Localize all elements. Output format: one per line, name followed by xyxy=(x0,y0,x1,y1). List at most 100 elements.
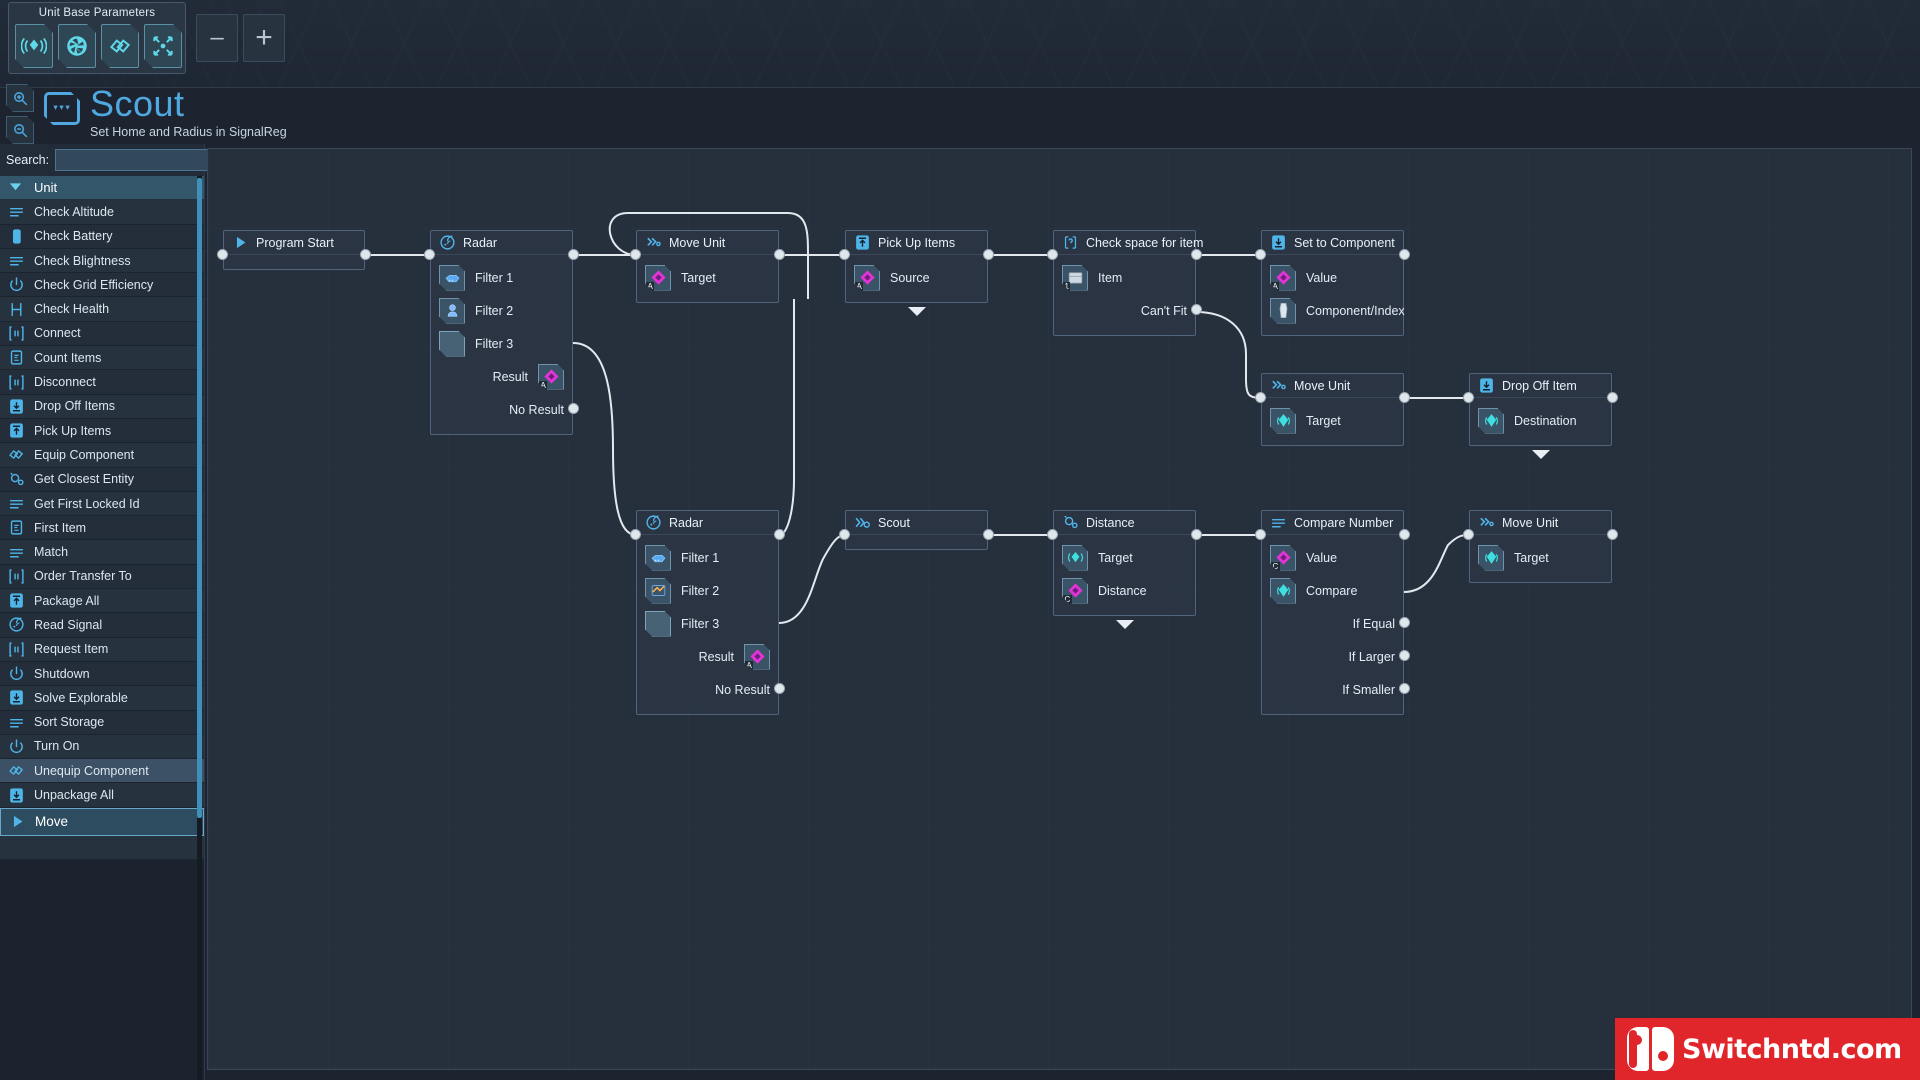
node-output-row[interactable]: If Smaller xyxy=(1270,673,1395,706)
node-set-to-component[interactable]: Set to Component A Value Component/Index xyxy=(1261,230,1405,336)
node-header[interactable]: Set to Component xyxy=(1262,231,1403,255)
node-slot[interactable]: A Source xyxy=(854,261,979,294)
node-header[interactable]: Distance xyxy=(1054,511,1195,535)
node-header[interactable]: Pick Up Items xyxy=(846,231,987,255)
sidebar-item-unequip-component[interactable]: Unequip Component xyxy=(0,759,204,784)
node-output-port[interactable] xyxy=(1399,529,1410,540)
node-scout-node[interactable]: Scout xyxy=(845,510,988,550)
node-slot[interactable]: Filter 3 xyxy=(439,327,564,360)
zoom-out-icon-button[interactable] xyxy=(6,116,34,144)
node-output-port[interactable] xyxy=(774,249,785,260)
unit-signal-icon-button[interactable] xyxy=(15,24,53,68)
node-expander-icon[interactable] xyxy=(907,307,926,316)
sidebar-item-sort-storage[interactable]: Sort Storage xyxy=(0,710,204,735)
node-slot[interactable]: Filter 3 xyxy=(645,607,770,640)
sidebar-item-get-first-locked-id[interactable]: Get First Locked Id xyxy=(0,491,204,517)
decrease-button[interactable]: – xyxy=(196,14,238,62)
node-branch-port[interactable] xyxy=(1399,683,1410,694)
scrollbar-thumb[interactable] xyxy=(197,178,202,818)
node-header[interactable]: Move Unit xyxy=(637,231,778,255)
sidebar-item-pick-up-items[interactable]: Pick Up Items xyxy=(0,418,204,444)
node-output-port[interactable] xyxy=(1191,249,1202,260)
node-input-port[interactable] xyxy=(1255,249,1266,260)
sidebar-category-unit[interactable]: Unit xyxy=(0,176,204,201)
increase-button[interactable]: + xyxy=(243,14,285,62)
node-output-port[interactable] xyxy=(1607,392,1618,403)
node-slot[interactable]: Component/Index xyxy=(1270,294,1405,327)
node-header[interactable]: Radar xyxy=(637,511,778,535)
node-slot[interactable]: Target xyxy=(1270,404,1395,437)
component-list[interactable]: Unit Check Altitude Check Battery Check … xyxy=(0,176,204,1080)
node-move-unit-2[interactable]: Move Unit Target xyxy=(1261,373,1404,446)
node-drop-off-item[interactable]: Drop Off Item Destination xyxy=(1469,373,1612,446)
slot-icon-magenta-diamond[interactable]: A xyxy=(645,265,671,291)
node-check-space[interactable]: Check space for item 1 Item Can't Fit xyxy=(1053,230,1203,336)
node-output-row[interactable]: If Larger xyxy=(1270,640,1395,673)
node-input-port[interactable] xyxy=(1463,392,1474,403)
node-slot[interactable]: C Distance xyxy=(1062,574,1187,607)
node-header[interactable]: Check space for item xyxy=(1054,231,1203,255)
node-output-port[interactable] xyxy=(568,249,579,260)
sidebar-item-get-closest-entity[interactable]: Get Closest Entity xyxy=(0,467,204,492)
slot-icon-component-icon[interactable] xyxy=(1270,298,1296,324)
node-output-row[interactable]: If Equal xyxy=(1270,607,1395,640)
node-slot[interactable]: Filter 2 xyxy=(645,574,770,607)
sidebar-item-read-signal[interactable]: Read Signal xyxy=(0,613,204,638)
node-slot[interactable]: Filter 1 xyxy=(439,261,564,294)
node-header[interactable]: Program Start xyxy=(224,231,364,255)
node-output-row[interactable]: Result A xyxy=(439,360,564,393)
node-move-unit-1[interactable]: Move Unit A Target xyxy=(636,230,779,303)
sidebar-item-check-battery[interactable]: Check Battery xyxy=(0,224,204,249)
node-slot[interactable]: A Target xyxy=(645,261,770,294)
sidebar-item-shutdown[interactable]: Shutdown xyxy=(0,661,204,687)
sidebar-item-check-grid-efficiency[interactable]: Check Grid Efficiency xyxy=(0,273,204,298)
node-slot[interactable]: Filter 1 xyxy=(645,541,770,574)
node-output-row[interactable]: No Result xyxy=(439,393,564,426)
node-pick-up-items[interactable]: Pick Up Items A Source xyxy=(845,230,988,303)
node-header[interactable]: Compare Number xyxy=(1262,511,1403,535)
node-input-port[interactable] xyxy=(839,529,850,540)
node-output-port[interactable] xyxy=(1607,529,1618,540)
sidebar-item-check-altitude[interactable]: Check Altitude xyxy=(0,200,204,225)
node-header[interactable]: Scout xyxy=(846,511,987,535)
node-input-port[interactable] xyxy=(424,249,435,260)
node-input-port[interactable] xyxy=(630,529,641,540)
slot-icon-magenta-diamond[interactable]: A xyxy=(854,265,880,291)
node-output-port[interactable] xyxy=(1399,249,1410,260)
node-slot[interactable]: 1 Item xyxy=(1062,261,1187,294)
node-branch-port[interactable] xyxy=(1191,304,1202,315)
node-input-port[interactable] xyxy=(1047,249,1058,260)
node-expander-icon[interactable] xyxy=(1115,620,1134,629)
node-output-row[interactable]: No Result xyxy=(645,673,770,706)
slot-icon-magenta-diamond[interactable]: A xyxy=(1270,265,1296,291)
sidebar-item-check-health[interactable]: Check Health xyxy=(0,297,204,322)
sidebar-item-package-all[interactable]: Package All xyxy=(0,589,204,614)
sidebar-item-unpackage-all[interactable]: Unpackage All xyxy=(0,783,204,808)
sidebar-item-solve-explorable[interactable]: Solve Explorable xyxy=(0,686,204,711)
node-slot[interactable]: Compare xyxy=(1270,574,1395,607)
link-icon-button[interactable] xyxy=(101,24,139,68)
search-input[interactable] xyxy=(55,149,223,171)
slot-icon-magenta-diamond[interactable]: A xyxy=(538,364,564,390)
node-output-port[interactable] xyxy=(1399,392,1410,403)
node-input-port[interactable] xyxy=(630,249,641,260)
slot-icon-item-icon[interactable]: 1 xyxy=(1062,265,1088,291)
node-input-port[interactable] xyxy=(1047,529,1058,540)
node-expander-icon[interactable] xyxy=(1531,450,1550,459)
node-branch-port[interactable] xyxy=(774,683,785,694)
slot-icon-filter-ship-icon[interactable] xyxy=(439,265,465,291)
node-radar-2[interactable]: Radar Filter 1 Filter 2 Filter 3 Result … xyxy=(636,510,779,715)
node-slot[interactable]: C Value xyxy=(1270,541,1395,574)
slot-icon-cyan-diamond[interactable] xyxy=(1478,545,1504,571)
node-branch-port[interactable] xyxy=(1399,650,1410,661)
node-branch-port[interactable] xyxy=(1399,617,1410,628)
slot-icon-magenta-diamond[interactable]: A xyxy=(744,644,770,670)
slot-icon-cyan-diamond[interactable] xyxy=(1478,408,1504,434)
node-output-row[interactable]: Result A xyxy=(645,640,770,673)
node-program-start[interactable]: Program Start xyxy=(223,230,365,270)
node-input-port[interactable] xyxy=(839,249,850,260)
node-slot[interactable]: Destination xyxy=(1478,404,1603,437)
node-header[interactable]: Radar xyxy=(431,231,572,255)
slot-icon-empty-icon[interactable] xyxy=(645,611,671,637)
node-input-port[interactable] xyxy=(1255,392,1266,403)
